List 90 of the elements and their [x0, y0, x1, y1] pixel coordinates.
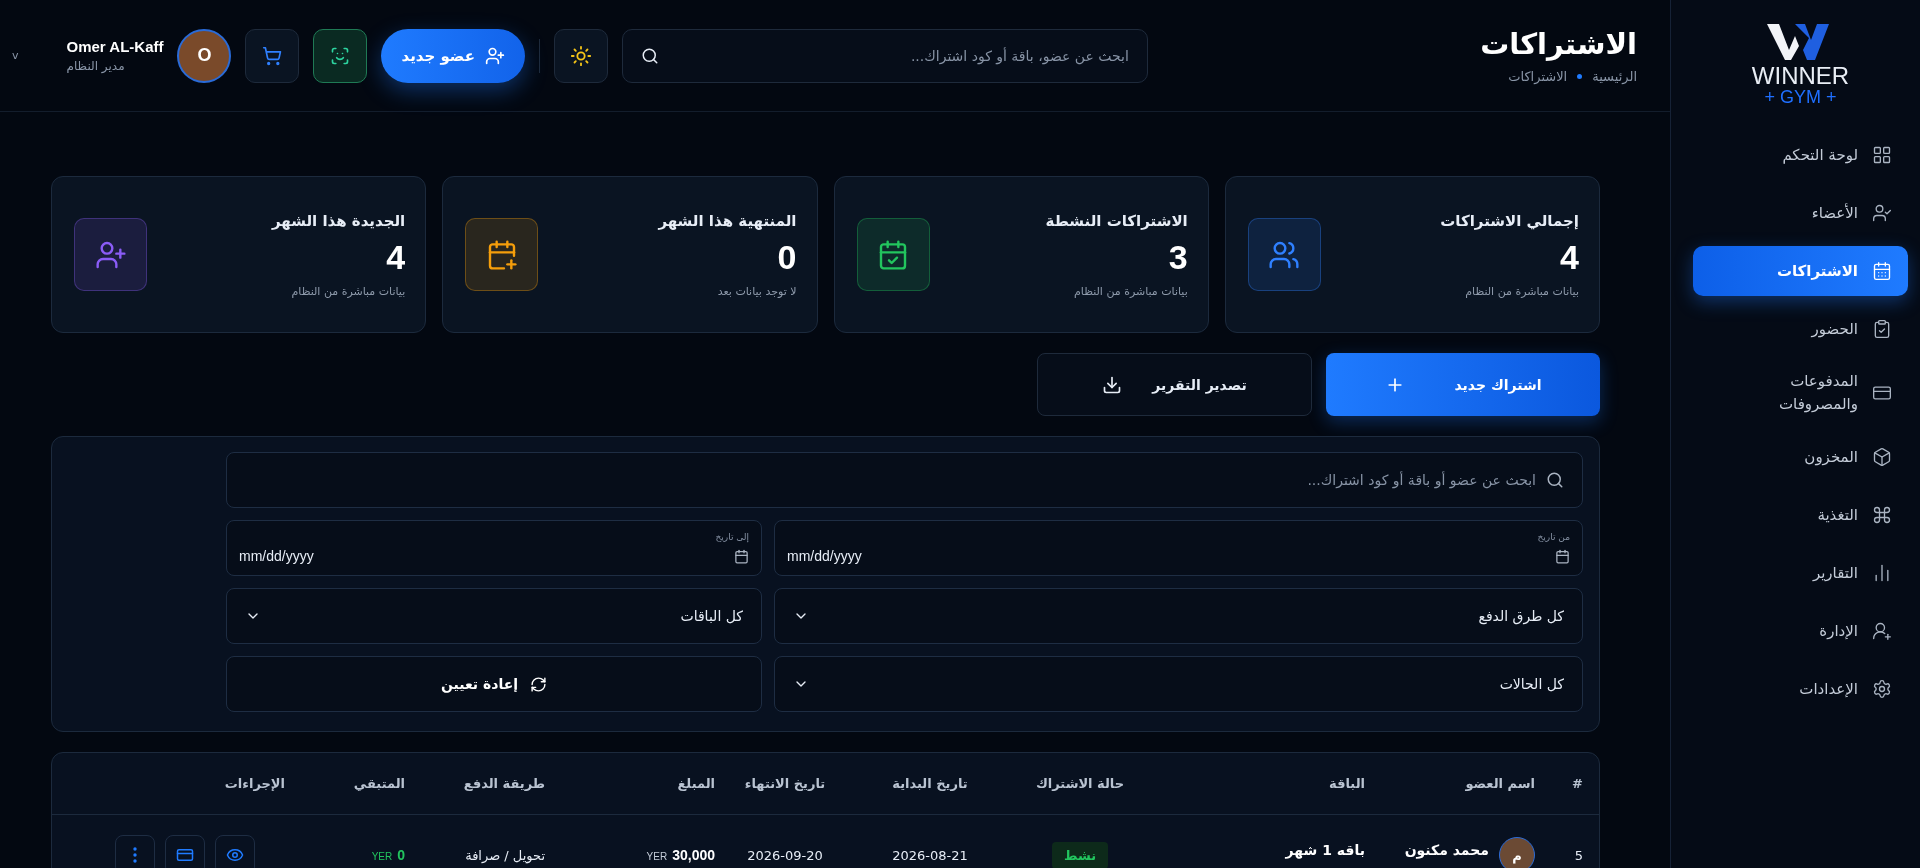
- user-avatar[interactable]: O: [177, 28, 232, 83]
- search-icon: [640, 46, 659, 65]
- status-badge: نشط: [1052, 841, 1108, 868]
- stat-value: 3: [1167, 237, 1188, 277]
- command-icon: [1872, 504, 1892, 525]
- sidebar-item[interactable]: الإدارة: [1693, 605, 1908, 656]
- breadcrumb-link[interactable]: الرئيسية: [1592, 69, 1637, 84]
- column-header: #: [1571, 776, 1583, 791]
- calendar-icon: [734, 548, 749, 564]
- breadcrumb-separator-icon: [1577, 74, 1583, 79]
- column-header: الباقة: [1328, 776, 1365, 791]
- refresh-icon: [530, 675, 548, 693]
- download-icon: [1102, 374, 1123, 395]
- stat-label: إجمالي الاشتراكات: [1440, 211, 1579, 230]
- column-header: تاريخ الانتهاء: [743, 776, 827, 791]
- clipboard-check-icon: [1872, 318, 1892, 339]
- column-header: طريقة الدفع: [462, 776, 545, 791]
- stat-label: الاشتراكات النشطة: [1045, 211, 1188, 230]
- currency-label: YER: [371, 851, 393, 862]
- sidebar-item[interactable]: المدفوعات والمصروفات: [1693, 361, 1908, 424]
- stat-value: 0: [776, 237, 797, 277]
- grid-icon: [1872, 144, 1892, 165]
- column-header: المتبقي: [352, 776, 405, 791]
- scan-button[interactable]: [313, 28, 368, 83]
- filter-dropdown[interactable]: كل طرق الدفع: [774, 588, 1583, 644]
- box-icon: [1872, 446, 1892, 467]
- filter-dropdown[interactable]: كل الحالات: [774, 656, 1583, 712]
- user-name: Omer AL-Kaff: [66, 38, 164, 55]
- sidebar-item[interactable]: الحضور: [1693, 303, 1908, 354]
- calendar-icon: [1555, 548, 1570, 564]
- reset-button[interactable]: إعادة تعيين: [226, 656, 762, 712]
- breadcrumb-current: الاشتراكات: [1508, 69, 1568, 84]
- stat-note: بيانات مباشرة من النظام: [1464, 284, 1579, 298]
- export-report-button[interactable]: تصدير التقرير: [1037, 353, 1312, 416]
- cart-button[interactable]: [245, 28, 300, 83]
- sidebar-item[interactable]: الاشتراكات: [1693, 245, 1908, 296]
- filter-search-field[interactable]: ابحث عن عضو أو باقة أو كود اشتراك...: [226, 452, 1583, 508]
- search-field[interactable]: ابحث عن عضو، باقة أو كود اشتراك...: [621, 28, 1148, 83]
- new-subscription-button[interactable]: اشتراك جديد: [1326, 353, 1600, 416]
- sun-icon: [569, 44, 592, 67]
- sidebar-item[interactable]: لوحة التحكم: [1693, 129, 1908, 180]
- user-plus-icon: [484, 45, 505, 66]
- member-name: محمد مكنون: [1404, 842, 1489, 858]
- stat-note: بيانات مباشرة من النظام: [290, 284, 406, 298]
- theme-toggle-button[interactable]: [553, 28, 608, 83]
- page-title: الاشتراكات: [1480, 27, 1637, 61]
- new-member-button[interactable]: عضو جديد: [381, 28, 525, 83]
- filter-dropdown[interactable]: كل الباقات: [226, 588, 762, 644]
- payment-button[interactable]: [165, 835, 205, 868]
- sidebar-item[interactable]: التغذية: [1693, 489, 1908, 540]
- view-button[interactable]: [215, 835, 255, 868]
- sidebar-item[interactable]: الإعدادات: [1693, 663, 1908, 714]
- stat-label: المنتهية هذا الشهر: [658, 211, 797, 230]
- stat-value: 4: [1559, 237, 1579, 277]
- table-cell-text: 2026-09-20: [746, 847, 824, 863]
- column-header: اسم العضو: [1464, 776, 1535, 791]
- column-header: الإجراءات: [223, 776, 285, 791]
- sidebar-item[interactable]: التقارير: [1693, 547, 1908, 598]
- table-cell-text: 5: [1573, 847, 1583, 863]
- scan-icon: [330, 45, 351, 66]
- credit-card-icon: [176, 846, 194, 864]
- eye-icon: [226, 846, 244, 864]
- stat-label: الجديدة هذا الشهر: [271, 211, 406, 230]
- stat-note: لا توجد بيانات بعد: [716, 284, 797, 298]
- column-header: المبلغ: [676, 776, 715, 791]
- amount-value: 30,000: [672, 847, 715, 863]
- member-avatar: م: [1499, 837, 1535, 868]
- settings-icon: [1872, 678, 1892, 699]
- column-header: تاريخ البداية: [891, 776, 969, 791]
- user-role: مدير النظام: [66, 59, 125, 73]
- calendar-icon: [1872, 260, 1892, 281]
- currency-label: YER: [646, 851, 668, 862]
- calendar-check-icon: [877, 238, 909, 271]
- sidebar-item[interactable]: الأعضاء: [1693, 187, 1908, 238]
- column-header: حالة الاشتراك: [1034, 776, 1126, 791]
- user-check-icon: [1872, 202, 1892, 223]
- package-name: باقه 1 شهر: [1284, 842, 1365, 858]
- search-icon: [1546, 471, 1564, 489]
- user-plus-icon: [1872, 620, 1892, 641]
- brand-name: WINNER: [1751, 64, 1850, 88]
- stat-value: 4: [385, 237, 406, 277]
- more-icon: [133, 847, 137, 863]
- remaining-value: 0: [397, 847, 405, 863]
- sidebar-item[interactable]: المخزون: [1693, 431, 1908, 482]
- stat-note: بيانات مباشرة من النظام: [1072, 284, 1188, 298]
- table-cell-text: 2026-08-21: [891, 847, 969, 863]
- brand-tagline: + GYM +: [1764, 88, 1837, 108]
- user-menu-caret[interactable]: v: [12, 49, 19, 62]
- cart-icon: [262, 45, 283, 66]
- table-cell-text: تحويل / صرافة: [464, 847, 545, 863]
